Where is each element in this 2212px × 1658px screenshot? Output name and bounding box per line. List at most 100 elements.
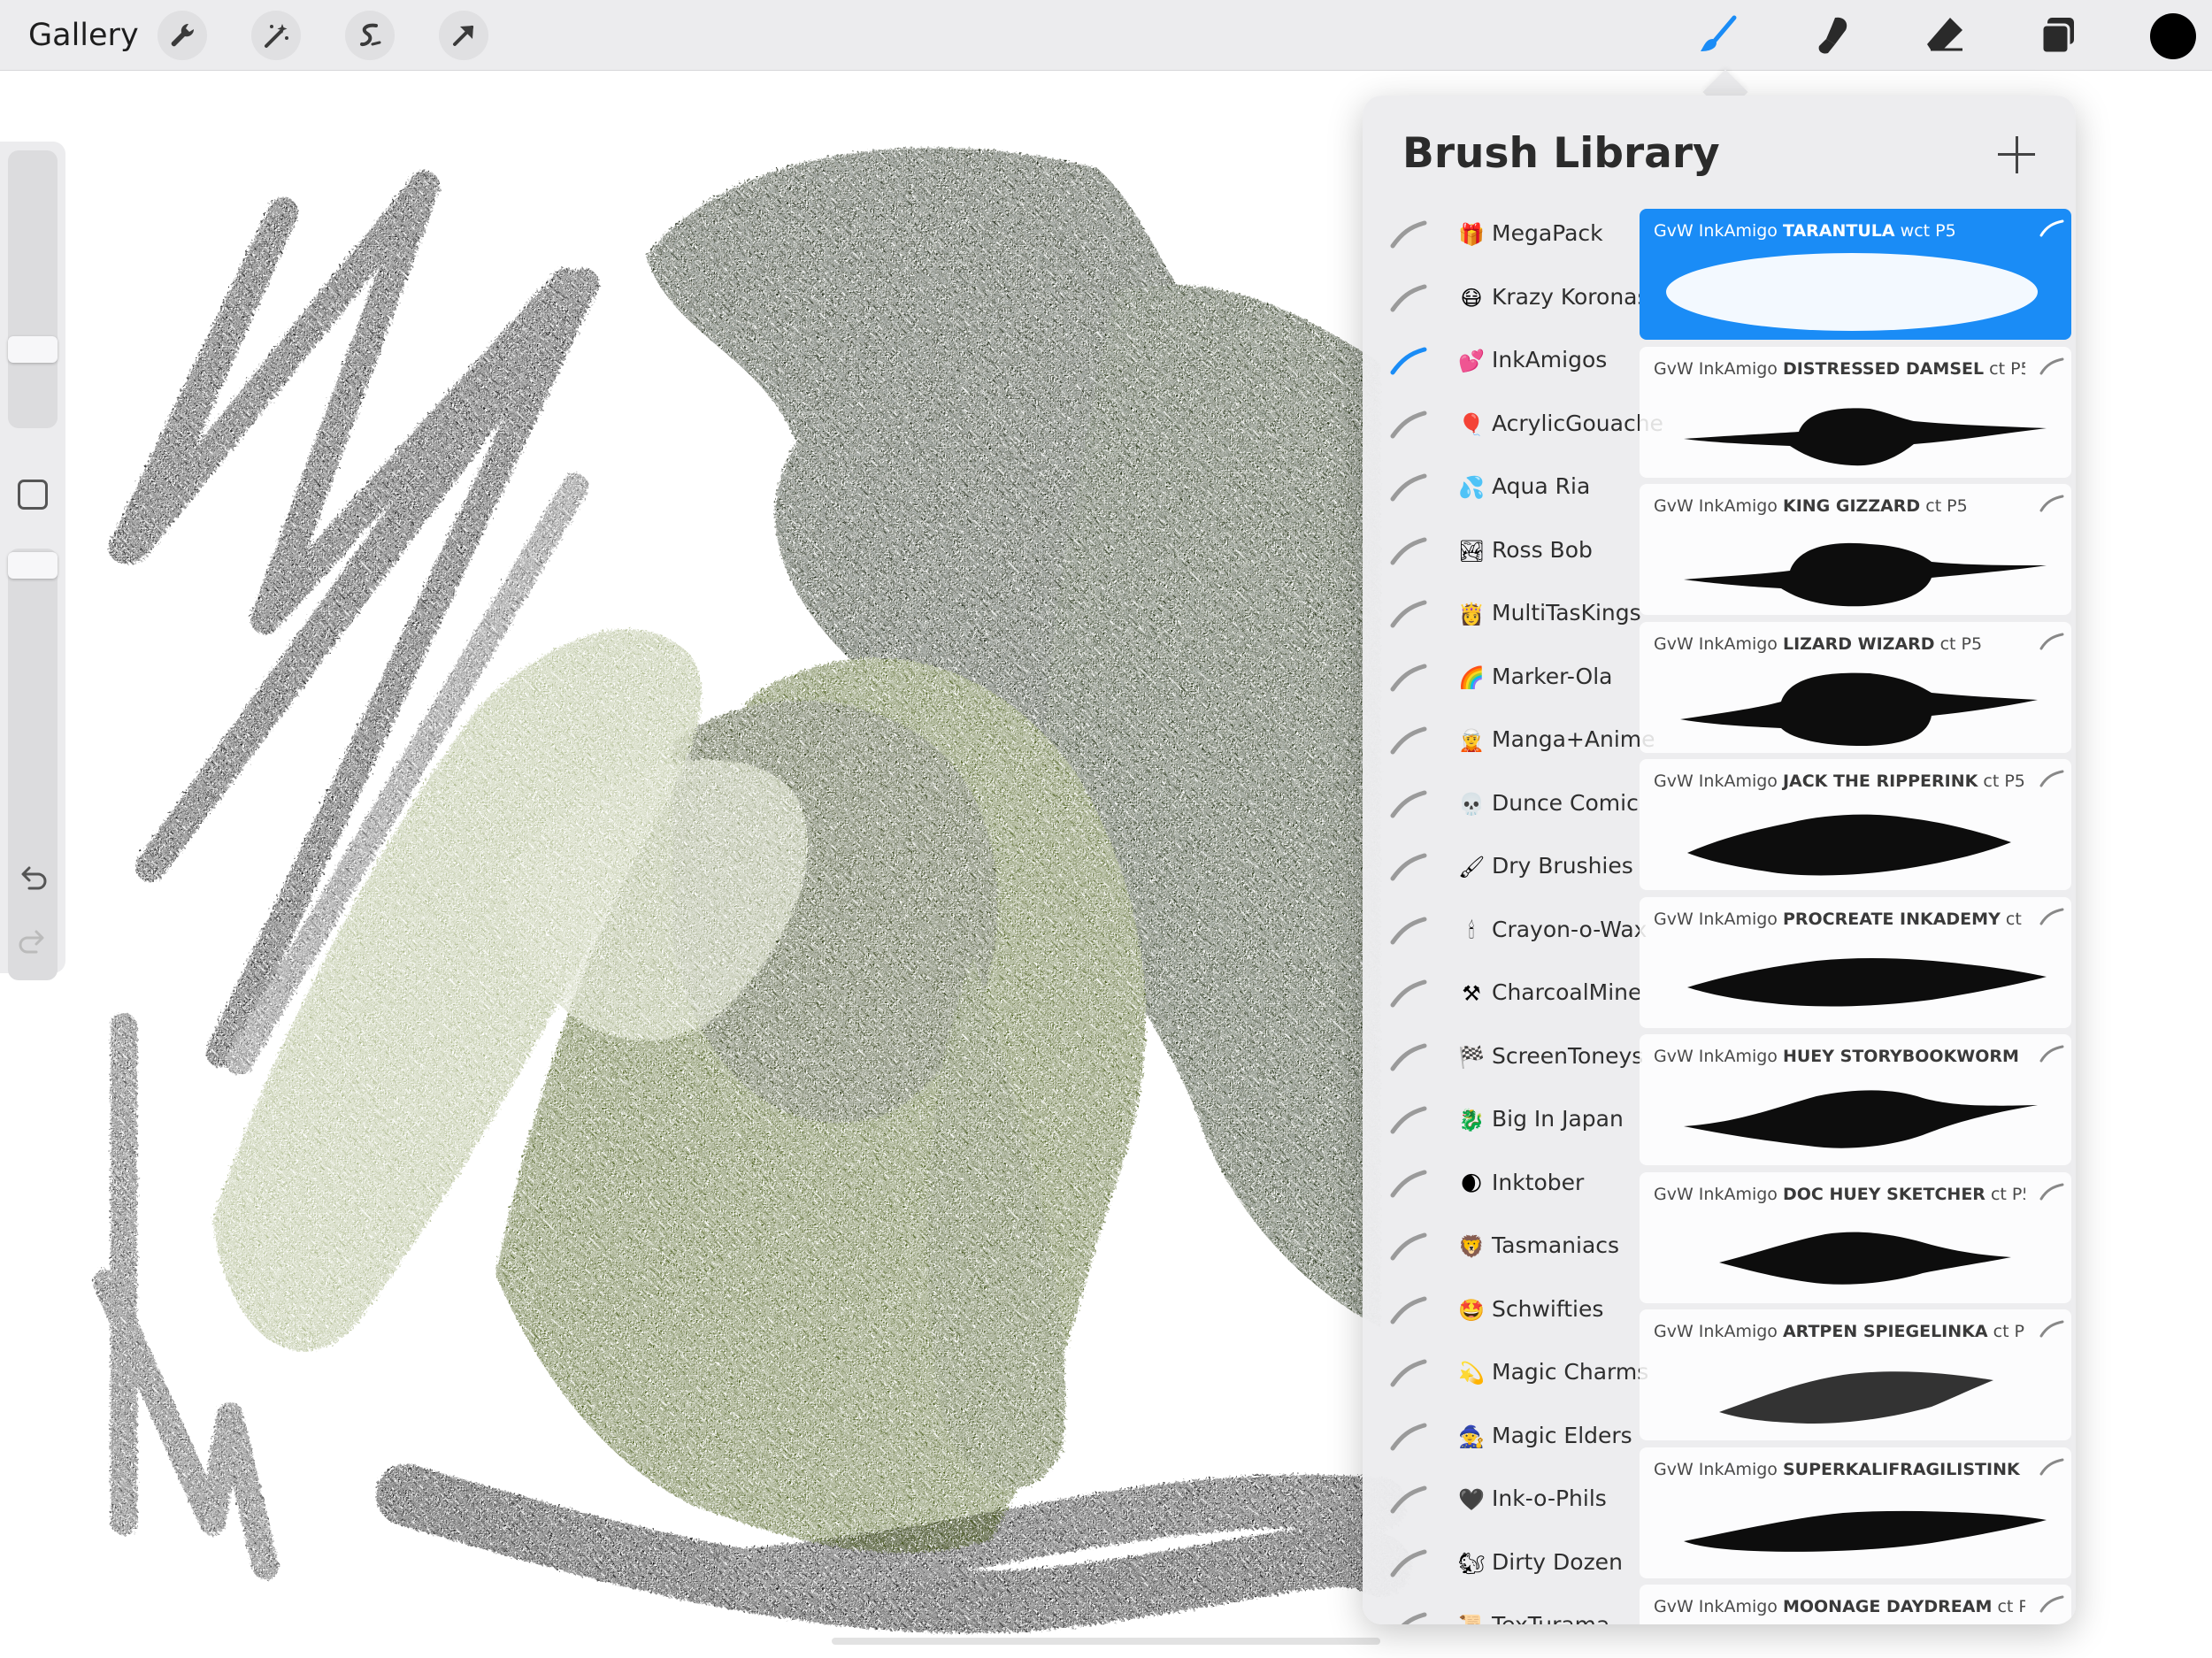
left-sidebar — [0, 142, 65, 980]
brush-name-prefix: GvW InkAmigo — [1654, 1322, 1778, 1341]
brush-set-emoji-icon: 🎈 — [1458, 411, 1485, 437]
brush-set-item[interactable]: 🧙 Magic Elders — [1363, 1406, 1644, 1469]
brush-set-emoji-icon: 💦 — [1458, 475, 1485, 500]
brush-set-emoji-icon: 🖤 — [1458, 1487, 1485, 1512]
brush-set-item[interactable]: ⚒ CharcoalMine — [1363, 963, 1644, 1025]
brush-set-label: Dirty Dozen — [1492, 1548, 1623, 1575]
brush-name-suffix: wct P5 — [1900, 221, 1956, 241]
modify-button[interactable] — [18, 480, 48, 510]
add-brush-button[interactable] — [1994, 133, 2039, 177]
brush-name-suffix: ct P5 — [1990, 1184, 2025, 1204]
actions-button[interactable] — [157, 11, 207, 60]
brush-name-suffix: ct P5 — [2024, 1047, 2025, 1066]
brush-set-item[interactable]: 👸 MultiTasKings — [1363, 583, 1644, 646]
brush-set-item[interactable]: 🐉 Big In Japan — [1363, 1089, 1644, 1152]
brush-size-slider[interactable] — [8, 150, 58, 428]
brush-name-prefix: GvW InkAmigo — [1654, 1184, 1778, 1204]
brush-source-icon — [2039, 219, 2064, 237]
brush-set-label: Krazy Koronas — [1492, 283, 1649, 310]
undo-icon[interactable] — [17, 862, 49, 894]
brush-set-item[interactable]: 🎈 AcrylicGouache — [1363, 394, 1663, 457]
opacity-slider[interactable] — [8, 549, 58, 980]
brush-set-emoji-icon: 🖌 — [1458, 855, 1486, 879]
brush-set-item[interactable]: 🦁 Tasmaniacs — [1363, 1216, 1644, 1278]
brush-set-label: Ross Bob — [1492, 536, 1593, 563]
brush-card[interactable]: GvW InkAmigo KING GIZZARD ct P5 — [1640, 484, 2071, 615]
redo-icon[interactable] — [17, 925, 49, 957]
brush-card[interactable]: GvW InkAmigo MOONAGE DAYDREAM ct P5 — [1640, 1585, 2071, 1624]
brush-set-item[interactable]: 💦 Aqua Ria — [1363, 457, 1644, 519]
brush-set-item[interactable]: 🎁 MegaPack — [1363, 203, 1644, 266]
brush-source-icon — [2039, 1183, 2064, 1200]
brush-set-label: Dunce Comic — [1492, 789, 1639, 816]
gallery-button[interactable]: Gallery — [28, 16, 139, 55]
brush-source-icon — [2039, 495, 2064, 512]
eraser-tool-button[interactable] — [1918, 9, 1971, 62]
brush-set-emoji-icon: 👸 — [1458, 602, 1485, 626]
brush-name-prefix: GvW InkAmigo — [1654, 1597, 1778, 1616]
brush-set-emoji-icon: 💕 — [1458, 349, 1485, 373]
brush-set-item[interactable]: 🌈 Marker-Ola — [1363, 647, 1644, 710]
brush-set-item[interactable]: 🤩 Schwifties — [1363, 1279, 1644, 1342]
brush-tool-button[interactable] — [1692, 9, 1745, 62]
brush-set-label: Schwifties — [1492, 1295, 1604, 1322]
brush-name-prefix: GvW InkAmigo — [1654, 1047, 1778, 1066]
brush-stroke-preview — [1684, 407, 2047, 465]
brush-set-thumbnail-icon — [1390, 411, 1427, 438]
brush-card[interactable]: GvW InkAmigo JACK THE RIPPERINK ct P5 — [1640, 759, 2071, 890]
smudge-tool-button[interactable] — [1805, 9, 1858, 62]
brush-set-thumbnail-icon — [1390, 1549, 1427, 1577]
brush-set-item[interactable]: 💕 InkAmigos — [1363, 330, 1644, 393]
brush-name: GvW InkAmigo TARANTULA wct P5 — [1654, 221, 2025, 241]
brush-size-thumb[interactable] — [8, 336, 58, 363]
brush-set-emoji-icon: 😷 — [1460, 285, 1483, 311]
adjustments-button[interactable] — [251, 11, 301, 60]
brush-card-selected[interactable]: GvW InkAmigo TARANTULA wct P5 — [1640, 209, 2071, 340]
brush-set-emoji-icon: 🏞 — [1458, 538, 1486, 564]
brush-set-item[interactable]: 🖌 Dry Brushies — [1363, 836, 1644, 899]
brush-set-label: Magic Elders — [1492, 1422, 1632, 1448]
layers-button[interactable] — [2032, 9, 2085, 62]
brush-set-label: AcrylicGouache — [1492, 410, 1663, 436]
brush-name-prefix: GvW InkAmigo — [1654, 771, 1778, 791]
brush-set-thumbnail-icon — [1390, 220, 1427, 249]
brush-card[interactable]: GvW InkAmigo DISTRESSED DAMSEL ct P5 — [1640, 346, 2071, 478]
brush-set-thumbnail-icon — [1390, 347, 1427, 375]
brush-set-item[interactable]: 🐿 Dirty Dozen — [1363, 1532, 1644, 1595]
brush-set-label: ScreenToneys — [1492, 1042, 1644, 1069]
brush-source-icon — [2039, 1458, 2064, 1475]
brush-name: GvW InkAmigo LIZARD WIZARD ct P5 — [1654, 634, 2025, 654]
brush-set-item[interactable]: 💀 Dunce Comic — [1363, 773, 1644, 836]
brush-set-item[interactable]: 📜 TexTurama — [1363, 1595, 1644, 1624]
brush-name: GvW InkAmigo KING GIZZARD ct P5 — [1654, 496, 2025, 516]
brush-set-item[interactable]: 🏁 ScreenToneys — [1363, 1026, 1644, 1089]
brush-set-item[interactable]: 🕯 Crayon-o-Wax — [1363, 900, 1647, 963]
brush-set-thumbnail-icon — [1390, 1359, 1427, 1387]
brush-set-item[interactable]: 💫 Magic Charms — [1363, 1342, 1648, 1405]
brush-card[interactable]: GvW InkAmigo ARTPEN SPIEGELINKA ct P5 — [1640, 1309, 2071, 1440]
brush-card[interactable]: GvW InkAmigo LIZARD WIZARD ct P5 — [1640, 621, 2071, 753]
transform-button[interactable] — [439, 11, 488, 60]
brush-set-item[interactable]: 🖤 Ink-o-Phils — [1363, 1469, 1644, 1531]
brush-stroke-preview — [1684, 1090, 2038, 1148]
brush-name-suffix: ct P5 — [1989, 358, 2025, 379]
color-picker-button[interactable] — [2150, 13, 2196, 59]
brush-card[interactable]: GvW InkAmigo HUEY STORYBOOKWORM ct P5 — [1640, 1034, 2071, 1165]
brush-name: GvW InkAmigo DISTRESSED DAMSEL ct P5 — [1654, 359, 2025, 379]
brush-card[interactable]: GvW InkAmigo DOC HUEY SKETCHER ct P5 — [1640, 1171, 2071, 1303]
brush-set-label: Tasmaniacs — [1492, 1232, 1620, 1258]
selection-button[interactable] — [345, 11, 395, 60]
brush-name-suffix: ct P5 — [1925, 496, 1968, 516]
brush-name: GvW InkAmigo SUPERKALIFRAGILISTINK ct P5 — [1654, 1460, 2025, 1479]
opacity-thumb[interactable] — [8, 552, 58, 579]
brush-set-item[interactable]: 😷 Krazy Koronas — [1363, 267, 1649, 330]
brush-set-item[interactable]: 🏞 Ross Bob — [1363, 520, 1644, 583]
brush-card[interactable]: GvW InkAmigo PROCREATE INKADEMY ct P5 — [1640, 896, 2071, 1028]
brush-set-item[interactable]: 🌒 Inktober — [1363, 1153, 1644, 1216]
brush-name-title: JACK THE RIPPERINK — [1782, 771, 1978, 791]
brush-stroke-preview — [1666, 1620, 2047, 1624]
brush-card[interactable]: GvW InkAmigo SUPERKALIFRAGILISTINK ct P5 — [1640, 1447, 2071, 1578]
brush-set-label: Big In Japan — [1492, 1106, 1624, 1132]
brush-set-item[interactable]: 🧝 Manga+Anime — [1363, 710, 1655, 772]
brush-stroke-preview — [1719, 1232, 2011, 1285]
